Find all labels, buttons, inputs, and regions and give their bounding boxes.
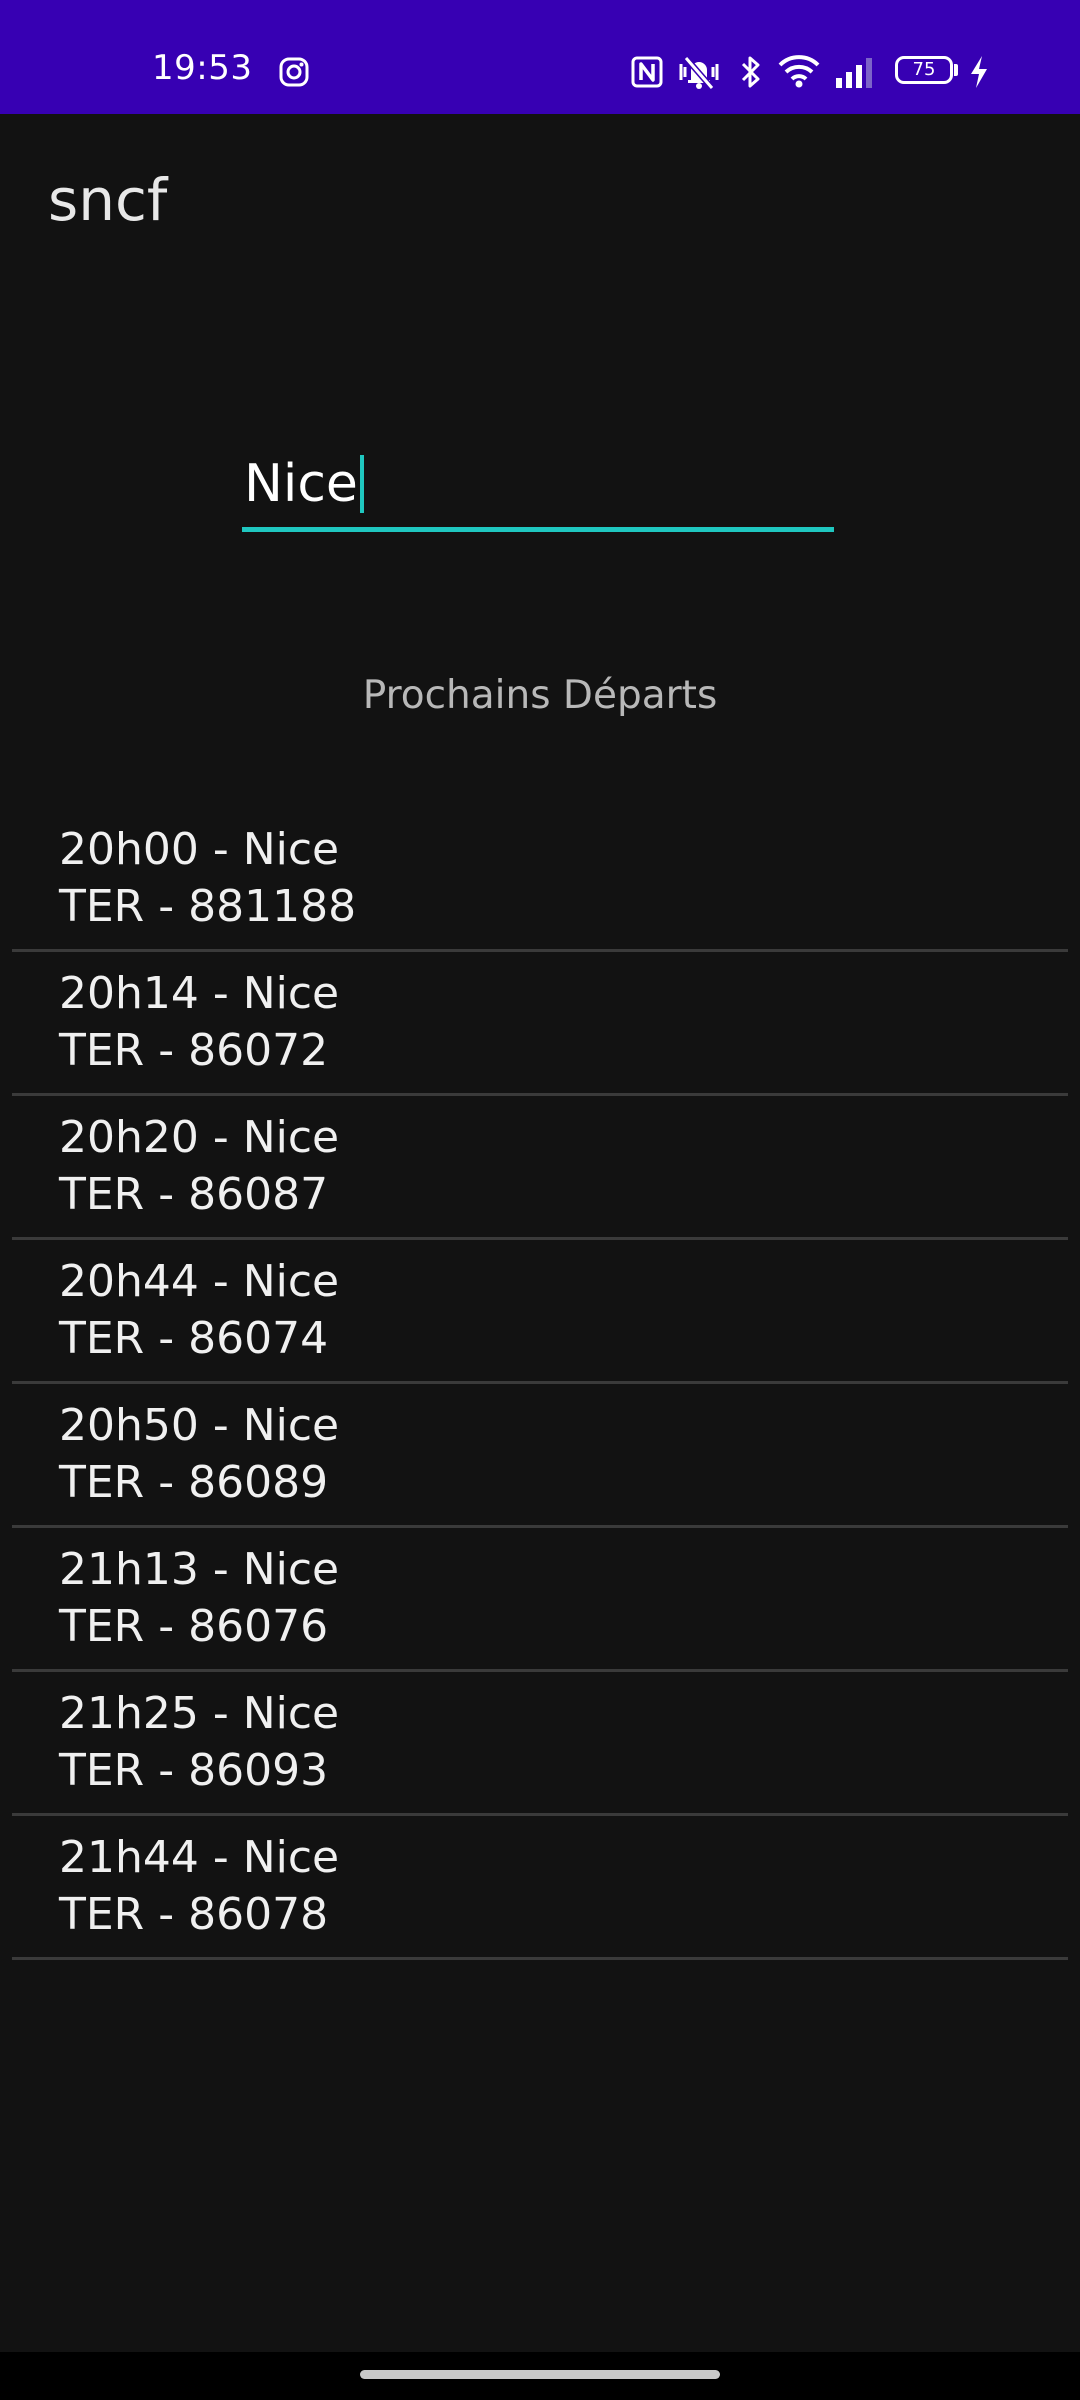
status-time: 19:53	[152, 48, 253, 88]
departure-item[interactable]: 20h50 - Nice TER - 86089	[12, 1384, 1068, 1528]
app-title: sncf	[48, 166, 168, 234]
search-text-wrapper: Nice	[244, 452, 364, 516]
departures-heading: Prochains Départs	[362, 673, 718, 718]
departure-train-number: TER - 86074	[59, 1313, 329, 1364]
departure-item[interactable]: 21h25 - Nice TER - 86093	[12, 1672, 1068, 1816]
departure-time-destination: 20h14 - Nice	[59, 968, 340, 1019]
bluetooth-icon	[741, 56, 760, 88]
departure-time-destination: 20h20 - Nice	[59, 1112, 340, 1163]
departure-train-number: TER - 86076	[59, 1601, 329, 1652]
departure-time-destination: 21h13 - Nice	[59, 1544, 340, 1595]
instagram-icon	[279, 57, 309, 87]
departure-time-destination: 20h44 - Nice	[59, 1256, 340, 1307]
departure-item[interactable]: 20h14 - Nice TER - 86072	[12, 952, 1068, 1096]
search-value: Nice	[244, 454, 358, 514]
departure-time-destination: 20h00 - Nice	[59, 824, 340, 875]
departure-time-destination: 21h44 - Nice	[59, 1832, 340, 1883]
departure-train-number: TER - 881188	[59, 881, 357, 932]
mute-vibrate-icon	[679, 56, 719, 90]
text-cursor	[359, 455, 364, 513]
departure-time-destination: 21h25 - Nice	[59, 1688, 340, 1739]
nfc-icon	[631, 56, 663, 88]
departure-train-number: TER - 86087	[59, 1169, 329, 1220]
cellular-signal-icon	[836, 58, 872, 88]
station-search-input[interactable]: Nice	[242, 448, 834, 532]
departure-item[interactable]: 20h20 - Nice TER - 86087	[12, 1096, 1068, 1240]
departure-train-number: TER - 86089	[59, 1457, 329, 1508]
battery-icon: 75	[895, 56, 953, 84]
departure-item[interactable]: 21h13 - Nice TER - 86076	[12, 1528, 1068, 1672]
charging-bolt-icon	[971, 56, 987, 88]
departures-list: 20h00 - Nice TER - 881188 20h14 - Nice T…	[12, 808, 1068, 1960]
status-bar: 19:53 75	[0, 0, 1080, 114]
home-gesture-handle[interactable]	[360, 2370, 720, 2379]
wifi-icon	[778, 55, 820, 88]
departure-item[interactable]: 20h00 - Nice TER - 881188	[12, 808, 1068, 952]
battery-tip	[954, 64, 958, 76]
departure-item[interactable]: 21h44 - Nice TER - 86078	[12, 1816, 1068, 1960]
departure-item[interactable]: 20h44 - Nice TER - 86074	[12, 1240, 1068, 1384]
departure-time-destination: 20h50 - Nice	[59, 1400, 340, 1451]
departure-train-number: TER - 86072	[59, 1025, 329, 1076]
departure-train-number: TER - 86078	[59, 1889, 329, 1940]
departure-train-number: TER - 86093	[59, 1745, 329, 1796]
